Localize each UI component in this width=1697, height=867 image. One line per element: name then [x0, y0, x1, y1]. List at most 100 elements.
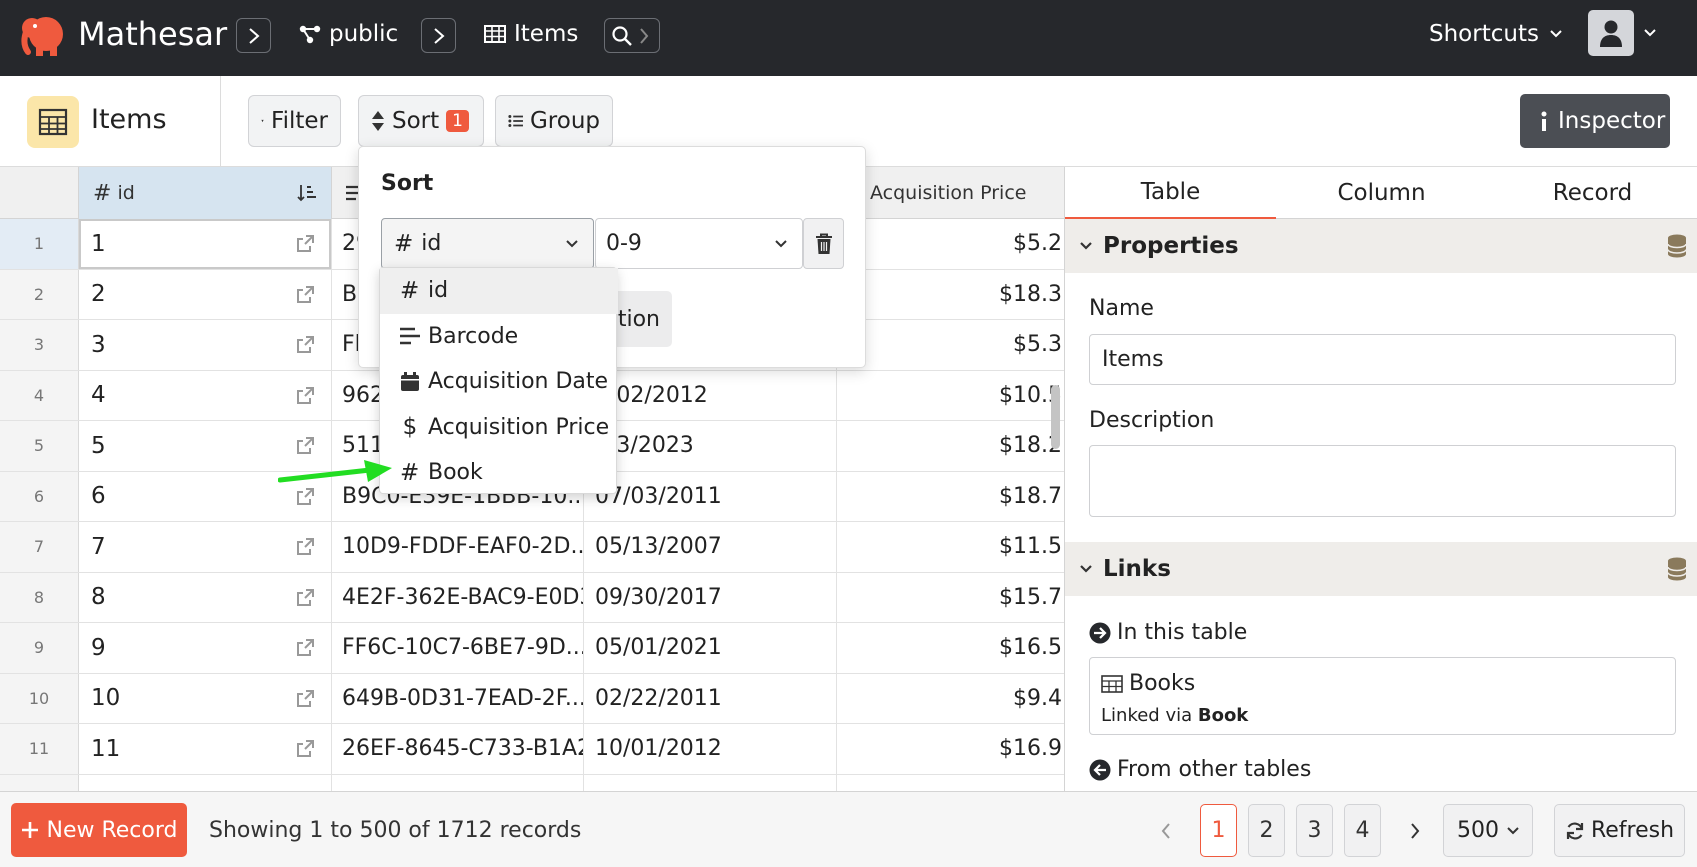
row-number: 8	[0, 572, 79, 622]
tab-table[interactable]: Table	[1065, 167, 1276, 219]
column-header-acquisition-price[interactable]: Acquisition Price	[837, 167, 1064, 219]
cell-barcode[interactable]: 4E2F-362E-BAC9-E0D3	[332, 572, 584, 622]
breadcrumb-schema[interactable]: public	[299, 21, 398, 47]
name-input[interactable]: Items	[1089, 334, 1676, 385]
breadcrumb-chevron-icon[interactable]	[421, 18, 456, 53]
dropdown-option-acquisition-price[interactable]: $ Acquisition Price	[380, 405, 618, 451]
page-2-button[interactable]: 2	[1248, 804, 1285, 857]
link-card-books[interactable]: Books Linked via Book	[1089, 657, 1676, 735]
cell-id[interactable]: 1	[79, 219, 332, 269]
cell-acquisition-date[interactable]: 09/30/2017	[584, 572, 837, 622]
cell-id[interactable]: 2	[79, 269, 332, 319]
cell-acquisition-date[interactable]: 10/01/2012	[584, 724, 837, 774]
cell-barcode[interactable]: 649B-0D31-7EAD-2F...	[332, 673, 584, 723]
open-record-icon[interactable]	[295, 436, 315, 456]
cell-acquisition-date[interactable]: 02/22/2011	[584, 673, 837, 723]
table-row[interactable]: 9 9 FF6C-10C7-6BE7-9D... 05/01/2021 $16.…	[0, 623, 1064, 674]
properties-section-header[interactable]: Properties	[1065, 219, 1697, 273]
cell-acquisition-price[interactable]: $16.9	[837, 724, 1064, 774]
dropdown-option-book[interactable]: # Book	[380, 450, 618, 496]
dropdown-option-id[interactable]: # id	[380, 268, 618, 314]
search-button[interactable]	[604, 18, 660, 53]
table-row[interactable]: 10 10 649B-0D31-7EAD-2F... 02/22/2011 $9…	[0, 673, 1064, 724]
cell-acquisition-date[interactable]: 05/13/2007	[584, 522, 837, 572]
sort-order-select[interactable]: 0-9	[595, 218, 803, 269]
table-row[interactable]: 7 7 10D9-FDDF-EAF0-2D... 05/13/2007 $11.…	[0, 522, 1064, 573]
brand-name[interactable]: Mathesar	[78, 15, 227, 53]
cell-acquisition-price[interactable]: $18.3	[837, 270, 1064, 320]
open-record-icon[interactable]	[295, 487, 315, 507]
dropdown-option-acquisition-date[interactable]: Acquisition Date	[380, 359, 618, 405]
cell-acquisition-price[interactable]: $15.7	[837, 573, 1064, 623]
cell-acquisition-price[interactable]: $5.3	[837, 320, 1064, 370]
page-4-button[interactable]: 4	[1344, 804, 1381, 857]
cell-acquisition-date[interactable]: 05/01/2021	[584, 623, 837, 673]
cell-acquisition-price[interactable]: $16.5	[837, 623, 1064, 673]
open-record-icon[interactable]	[295, 739, 315, 759]
open-record-icon[interactable]	[295, 638, 315, 658]
cell-barcode[interactable]: 10D9-FDDF-EAF0-2D...	[332, 522, 584, 572]
page-1-button[interactable]: 1	[1200, 804, 1237, 857]
cell-id[interactable]: 9	[79, 623, 332, 673]
cell-id[interactable]: 3	[79, 320, 332, 370]
description-textarea[interactable]	[1089, 445, 1676, 517]
open-record-icon[interactable]	[295, 537, 315, 557]
cell-acquisition-price[interactable]: $10.5	[837, 371, 1064, 421]
dropdown-option-barcode[interactable]: Barcode	[380, 314, 618, 360]
mathesar-logo-icon[interactable]	[20, 12, 68, 60]
cell-id[interactable]: 4	[79, 370, 332, 420]
table-row[interactable]: 11 11 26EF-8645-C733-B1A2 10/01/2012 $16…	[0, 724, 1064, 775]
chevron-down-icon	[1080, 242, 1092, 250]
column-header-id[interactable]: # id	[79, 167, 332, 219]
table-name: Items	[514, 21, 579, 47]
cell-acquisition-price[interactable]: $18.7	[837, 472, 1064, 522]
cell-id[interactable]: 8	[79, 572, 332, 622]
open-record-icon[interactable]	[295, 689, 315, 709]
page-size-select[interactable]: 500	[1443, 804, 1533, 857]
chevron-right-icon[interactable]	[1409, 822, 1421, 840]
tab-record[interactable]: Record	[1487, 167, 1697, 219]
shortcuts-menu[interactable]: Shortcuts	[1429, 21, 1563, 47]
sort-button[interactable]: Sort 1	[358, 95, 484, 147]
sort-column-select[interactable]: # id	[381, 218, 594, 269]
open-record-icon[interactable]	[295, 285, 315, 305]
tab-column[interactable]: Column	[1276, 167, 1487, 219]
page-3-button[interactable]: 3	[1296, 804, 1333, 857]
open-record-icon[interactable]	[295, 386, 315, 406]
cell-acquisition-price[interactable]: $9.4	[837, 674, 1064, 724]
new-record-button[interactable]: New Record	[11, 803, 187, 857]
inspector-button[interactable]: Inspector	[1520, 94, 1670, 148]
scrollbar[interactable]	[1051, 385, 1060, 449]
cell-acquisition-price[interactable]: $11.5	[837, 522, 1064, 572]
dollar-icon: $	[402, 414, 418, 441]
cell-acquisition-price[interactable]: $18.2	[837, 421, 1064, 471]
cell-id-value: 4	[91, 382, 106, 409]
cell-acquisition-date[interactable]: 4/02/2012	[584, 370, 837, 420]
cell-barcode[interactable]: 26EF-8645-C733-B1A2	[332, 724, 584, 774]
delete-sort-button[interactable]	[803, 218, 844, 269]
cell-id[interactable]: 11	[79, 724, 332, 774]
chevron-left-icon[interactable]	[1160, 822, 1172, 840]
links-section-header[interactable]: Links	[1065, 542, 1697, 596]
chevron-down-icon[interactable]	[1643, 28, 1657, 38]
open-record-icon[interactable]	[295, 588, 315, 608]
table-row[interactable]: 8 8 4E2F-362E-BAC9-E0D3 09/30/2017 $15.7	[0, 572, 1064, 623]
user-avatar[interactable]	[1588, 10, 1634, 56]
cell-id-value: 5	[91, 432, 106, 459]
link-table-title: Books	[1101, 671, 1195, 696]
open-record-icon[interactable]	[295, 234, 315, 254]
open-record-icon[interactable]	[295, 335, 315, 355]
breadcrumb-table[interactable]: Items	[484, 21, 578, 47]
cell-acquisition-price[interactable]: $5.2	[837, 219, 1064, 269]
cell-acquisition-date[interactable]: 07/03/2011	[584, 471, 837, 521]
group-button[interactable]: Group	[495, 95, 613, 147]
cell-id[interactable]: 7	[79, 522, 332, 572]
cell-id[interactable]: 10	[79, 673, 332, 723]
chevron-down-icon	[1080, 565, 1092, 573]
refresh-button[interactable]: Refresh	[1554, 804, 1685, 857]
cell-acquisition-date[interactable]: /03/2023	[584, 421, 837, 471]
cell-barcode[interactable]: FF6C-10C7-6BE7-9D...	[332, 623, 584, 673]
filter-button[interactable]: Filter	[248, 95, 341, 147]
breadcrumb-chevron-icon[interactable]	[236, 18, 271, 53]
calendar-icon	[401, 371, 419, 391]
